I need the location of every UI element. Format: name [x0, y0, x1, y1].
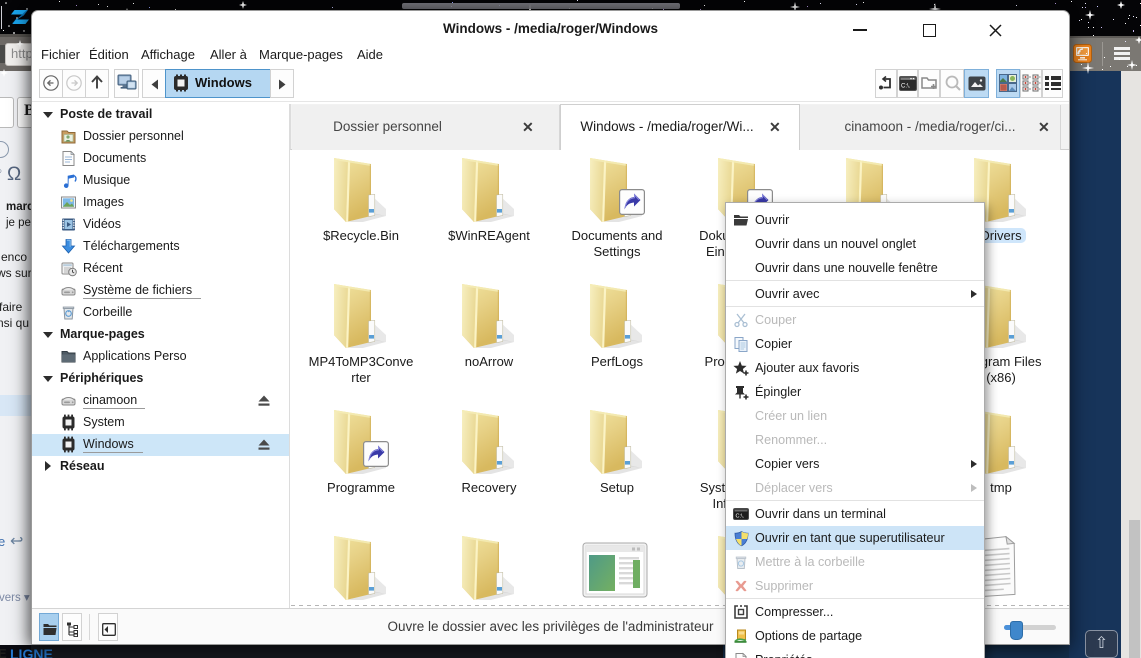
svg-text:C:\.: C:\.: [901, 84, 911, 90]
svg-text:C:\.: C:\.: [736, 514, 745, 520]
